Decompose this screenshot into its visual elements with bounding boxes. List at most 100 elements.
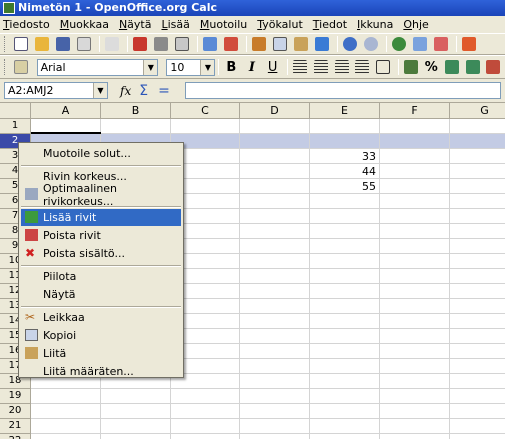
menu-tyokalut[interactable]: Työkalut	[257, 18, 303, 31]
function-button[interactable]: =	[158, 83, 170, 99]
menu-ohje[interactable]: Ohje	[403, 18, 428, 31]
sum-button[interactable]: Σ	[139, 83, 148, 99]
column-header-b[interactable]: B	[101, 103, 171, 119]
optimal-height-icon	[25, 188, 38, 200]
bold-button[interactable]: B	[222, 60, 240, 75]
export-pdf-icon[interactable]	[131, 35, 149, 53]
add-decimal-icon[interactable]	[464, 58, 482, 76]
menu-item-label: Poista sisältö...	[43, 247, 125, 260]
column-header-a[interactable]: A	[31, 103, 101, 119]
menu-item-hide[interactable]: Piilota	[21, 268, 181, 285]
undo-icon[interactable]	[341, 35, 359, 53]
menu-item-cut[interactable]: ✂ Leikkaa	[21, 309, 181, 326]
percent-format-button[interactable]: %	[422, 60, 440, 75]
paste-icon[interactable]	[292, 35, 310, 53]
toolbar-grip[interactable]	[4, 59, 8, 75]
menu-item-delete-contents[interactable]: ✖ Poista sisältö...	[21, 245, 181, 262]
menu-muokkaa[interactable]: Muokkaa	[60, 18, 109, 31]
row-header-22[interactable]: 22	[0, 434, 31, 439]
currency-format-icon[interactable]	[402, 58, 420, 76]
cut-icon[interactable]	[250, 35, 268, 53]
toolbar-separator	[287, 59, 289, 75]
page-preview-icon[interactable]	[173, 35, 191, 53]
italic-button[interactable]: I	[243, 60, 261, 75]
select-all-corner[interactable]	[0, 103, 31, 119]
chart-icon[interactable]	[460, 35, 478, 53]
align-right-icon[interactable]	[333, 58, 351, 76]
chevron-down-icon[interactable]: ▼	[93, 83, 107, 98]
column-header-g[interactable]: G	[450, 103, 505, 119]
column-header-d[interactable]: D	[240, 103, 310, 119]
menu-item-delete-rows[interactable]: Poista rivit	[21, 227, 181, 244]
toolbar-grip[interactable]	[4, 36, 8, 52]
justify-icon[interactable]	[353, 58, 371, 76]
standard-toolbar	[0, 33, 505, 55]
column-header-c[interactable]: C	[171, 103, 240, 119]
sort-ascending-icon[interactable]	[411, 35, 429, 53]
hyperlink-icon[interactable]	[390, 35, 408, 53]
menu-tiedot[interactable]: Tiedot	[313, 18, 347, 31]
name-box[interactable]: A2:AMJ2 ▼	[4, 82, 108, 99]
menu-item-insert-rows[interactable]: Lisää rivit	[21, 209, 181, 226]
menu-muotoilu[interactable]: Muotoilu	[200, 18, 247, 31]
font-name-combo[interactable]: Arial ▼	[36, 58, 159, 76]
menu-item-paste[interactable]: Liitä	[21, 345, 181, 362]
menu-item-label: Näytä	[43, 288, 76, 301]
menu-lisaa[interactable]: Lisää	[161, 18, 189, 31]
spellcheck-icon[interactable]	[201, 35, 219, 53]
menu-item-format-cells[interactable]: Muotoile solut...	[21, 145, 181, 162]
delete-rows-icon	[25, 229, 38, 241]
grid-line	[31, 133, 505, 134]
menu-item-label: Muotoile solut...	[43, 147, 131, 160]
open-folder-icon[interactable]	[33, 35, 51, 53]
redo-icon[interactable]	[362, 35, 380, 53]
format-paintbrush-icon[interactable]	[313, 35, 331, 53]
grid-line	[31, 418, 505, 419]
menu-ikkuna[interactable]: Ikkuna	[357, 18, 393, 31]
align-center-icon[interactable]	[312, 58, 330, 76]
cell-e4[interactable]: 44	[310, 165, 376, 178]
print-icon[interactable]	[152, 35, 170, 53]
standard-number-format-icon[interactable]	[443, 58, 461, 76]
menu-item-label: Piilota	[43, 270, 77, 283]
autospellcheck-icon[interactable]	[222, 35, 240, 53]
row-header-19[interactable]: 19	[0, 389, 31, 404]
chevron-down-icon[interactable]: ▼	[200, 59, 215, 75]
new-document-icon[interactable]	[12, 35, 30, 53]
font-name-value: Arial	[40, 60, 66, 74]
edit-file-icon[interactable]	[103, 35, 121, 53]
menu-nayta[interactable]: Näytä	[119, 18, 152, 31]
menu-item-show[interactable]: Näytä	[21, 286, 181, 303]
row-header-21[interactable]: 21	[0, 419, 31, 434]
delete-x-icon: ✖	[25, 246, 36, 260]
underline-button[interactable]: U	[264, 60, 282, 75]
row-header-20[interactable]: 20	[0, 404, 31, 419]
column-header-e[interactable]: E	[310, 103, 380, 119]
chevron-down-icon[interactable]: ▼	[143, 59, 158, 75]
save-icon[interactable]	[54, 35, 72, 53]
menu-item-label: Lisää rivit	[43, 211, 97, 224]
cell-e5[interactable]: 55	[310, 180, 376, 193]
font-size-combo[interactable]: 10 ▼	[166, 58, 216, 76]
grid-line	[449, 119, 450, 439]
sort-descending-icon[interactable]	[432, 35, 450, 53]
formula-input[interactable]	[185, 82, 501, 99]
toolbar-separator	[218, 59, 220, 75]
cell-e3[interactable]: 33	[310, 150, 376, 163]
align-left-icon[interactable]	[291, 58, 309, 76]
insert-rows-icon	[25, 211, 38, 223]
delete-decimal-icon[interactable]	[484, 58, 502, 76]
column-header-f[interactable]: F	[380, 103, 450, 119]
menu-item-optimal-row-height[interactable]: Optimaalinen rivikorkeus...	[21, 182, 181, 208]
menu-item-paste-special[interactable]: Liitä määräten...	[21, 363, 181, 380]
menu-item-copy[interactable]: Kopioi	[21, 327, 181, 344]
menu-tiedosto[interactable]: Tiedosto	[3, 18, 50, 31]
cell-cursor	[31, 132, 101, 134]
row-header-1[interactable]: 1	[0, 119, 31, 134]
copy-icon[interactable]	[271, 35, 289, 53]
merge-cells-icon[interactable]	[374, 58, 392, 76]
function-wizard-button[interactable]: fx	[120, 84, 131, 98]
formula-bar: A2:AMJ2 ▼ fx Σ =	[0, 79, 505, 103]
styles-icon[interactable]	[12, 58, 30, 76]
email-icon[interactable]	[75, 35, 93, 53]
